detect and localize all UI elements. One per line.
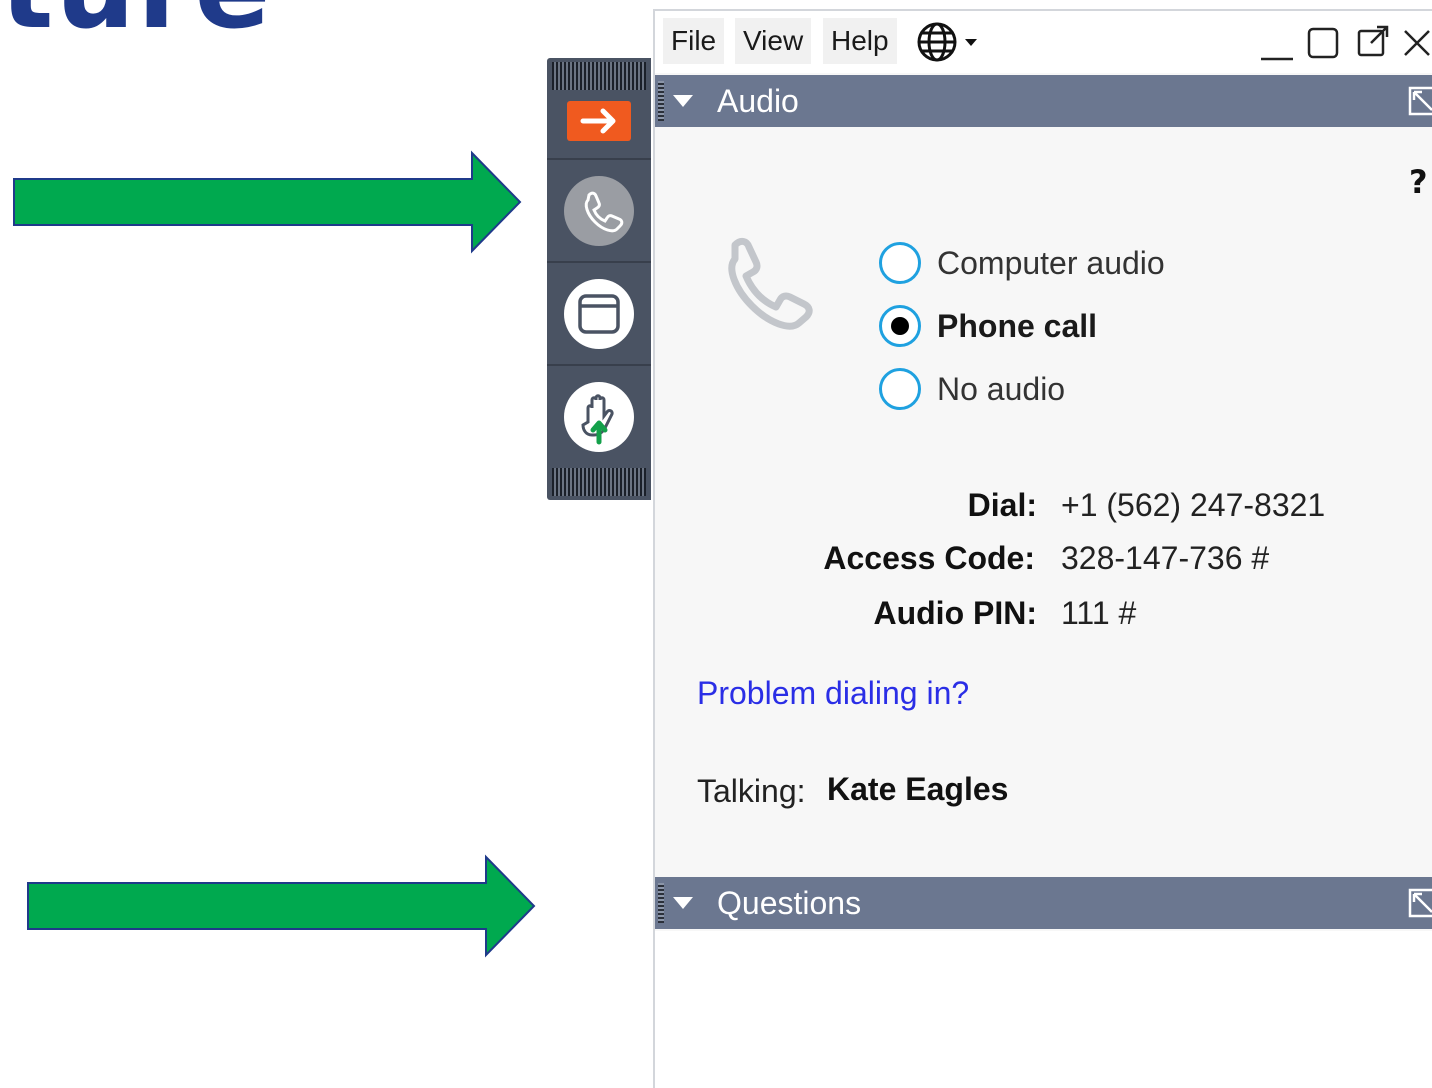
- radio-button[interactable]: [879, 368, 921, 410]
- audio-panel-header[interactable]: Audio: [655, 75, 1432, 127]
- control-panel-window: File View Help Audio ? Computer audio Ph…: [653, 9, 1432, 1088]
- access-code-label: Access Code:: [823, 540, 1035, 576]
- close-icon[interactable]: [1397, 23, 1432, 63]
- help-button[interactable]: ?: [1409, 163, 1428, 201]
- access-code-value: 328-147-736 #: [1061, 540, 1270, 576]
- collapse-triangle-icon[interactable]: [673, 95, 693, 107]
- window-icon: [564, 279, 634, 349]
- language-button[interactable]: [915, 19, 987, 65]
- radio-button-selected[interactable]: [879, 305, 921, 347]
- radio-label: Phone call: [937, 308, 1098, 344]
- questions-panel-body: [655, 931, 1432, 1088]
- maximize-icon[interactable]: [1303, 23, 1343, 63]
- toolbar-drag-handle-top[interactable]: [552, 62, 646, 90]
- menu-view[interactable]: View: [735, 18, 812, 64]
- screen-button[interactable]: [547, 263, 651, 363]
- menu-bar: File View Help: [655, 11, 1432, 73]
- minimize-icon[interactable]: [1257, 23, 1297, 63]
- raise-hand-icon: [564, 382, 634, 452]
- audio-button[interactable]: [547, 160, 651, 260]
- panel-drag-handle[interactable]: [658, 81, 664, 121]
- talking-name: Kate Eagles: [827, 771, 1009, 807]
- toolbar-drag-handle-bottom[interactable]: [552, 468, 646, 496]
- control-toolbar: [547, 58, 651, 500]
- radio-label: No audio: [937, 371, 1066, 407]
- problem-dialing-link[interactable]: Problem dialing in?: [697, 675, 969, 712]
- phone-large-icon: [728, 237, 813, 330]
- raise-hand-button[interactable]: [547, 366, 651, 466]
- panel-drag-handle[interactable]: [658, 883, 664, 923]
- questions-panel-header[interactable]: Questions: [655, 877, 1432, 929]
- audio-panel-title: Audio: [717, 83, 799, 119]
- slide-heading-fragment: ture: [0, 0, 272, 54]
- slide-canvas: ture: [0, 0, 1432, 1088]
- questions-panel-title: Questions: [717, 885, 862, 921]
- callout-arrow-audio: [13, 150, 522, 254]
- callout-arrow-questions: [27, 854, 536, 958]
- menu-help[interactable]: Help: [823, 18, 897, 64]
- phone-icon: [564, 176, 634, 246]
- panel-popout-icon[interactable]: [1407, 887, 1432, 919]
- menu-file[interactable]: File: [663, 18, 725, 64]
- audio-pin-value: 111 #: [1061, 595, 1137, 631]
- arrow-right-icon: [567, 101, 631, 141]
- talking-label: Talking:: [697, 773, 806, 809]
- collapse-triangle-icon[interactable]: [673, 897, 693, 909]
- radio-label: Computer audio: [937, 245, 1165, 281]
- radio-button[interactable]: [879, 242, 921, 284]
- dial-number: +1 (562) 247-8321: [1061, 487, 1326, 523]
- expand-panel-button[interactable]: [547, 94, 651, 158]
- panel-popout-icon[interactable]: [1407, 85, 1432, 117]
- popout-icon[interactable]: [1353, 23, 1393, 63]
- dial-label: Dial:: [967, 487, 1037, 523]
- audio-pin-label: Audio PIN:: [873, 595, 1037, 631]
- globe-icon: [917, 22, 977, 62]
